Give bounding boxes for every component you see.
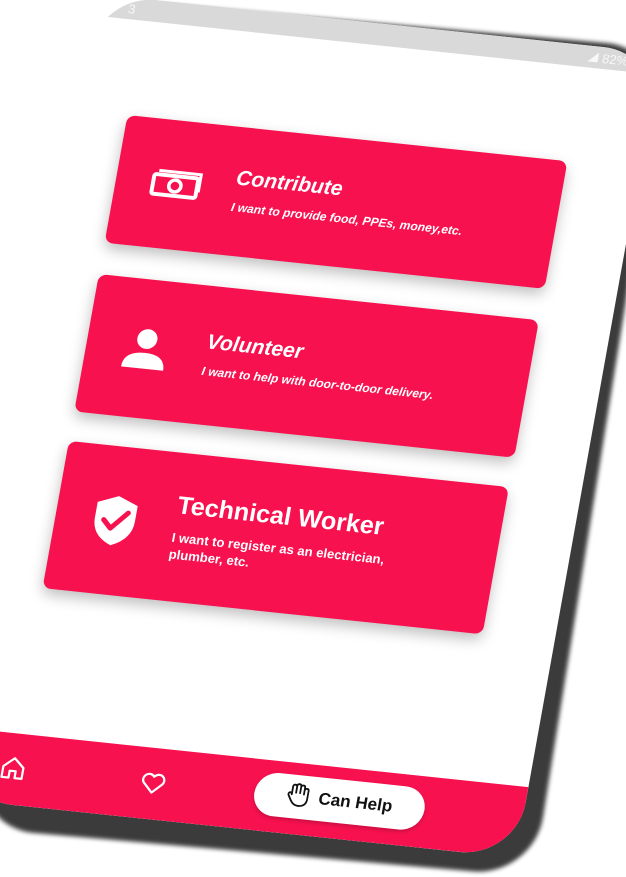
app-screen: 3 82% Contribute I want to provide food,… xyxy=(0,0,626,858)
phone: 3 82% Contribute I want to provide food,… xyxy=(0,0,626,858)
shield-check-icon xyxy=(75,491,155,551)
technical-worker-card[interactable]: Technical Worker I want to register as a… xyxy=(42,440,509,635)
contribute-card[interactable]: Contribute I want to provide food, PPEs,… xyxy=(104,115,568,289)
signal-icon xyxy=(587,51,600,63)
device-mockup: 3 82% Contribute I want to provide food,… xyxy=(0,0,626,877)
person-icon xyxy=(107,324,185,375)
volunteer-card[interactable]: Volunteer I want to help with door-to-do… xyxy=(74,274,539,458)
status-bar: 3 82% xyxy=(96,0,626,75)
home-icon[interactable] xyxy=(0,754,29,787)
can-help-label: Can Help xyxy=(316,789,395,816)
money-icon xyxy=(137,165,213,206)
can-help-tab[interactable]: Can Help xyxy=(250,770,429,832)
contribute-text: Contribute I want to provide food, PPEs,… xyxy=(230,167,537,247)
status-time: 3 xyxy=(127,0,137,17)
technical-worker-text: Technical Worker I want to register as a… xyxy=(167,491,478,594)
heart-icon[interactable] xyxy=(137,771,168,802)
battery-level: 82% xyxy=(601,50,626,69)
bottom-navigation: Can Help xyxy=(0,728,529,858)
volunteer-text: Volunteer I want to help with door-to-do… xyxy=(200,331,507,411)
status-indicators: 82% xyxy=(587,49,626,68)
hand-icon xyxy=(284,781,311,814)
